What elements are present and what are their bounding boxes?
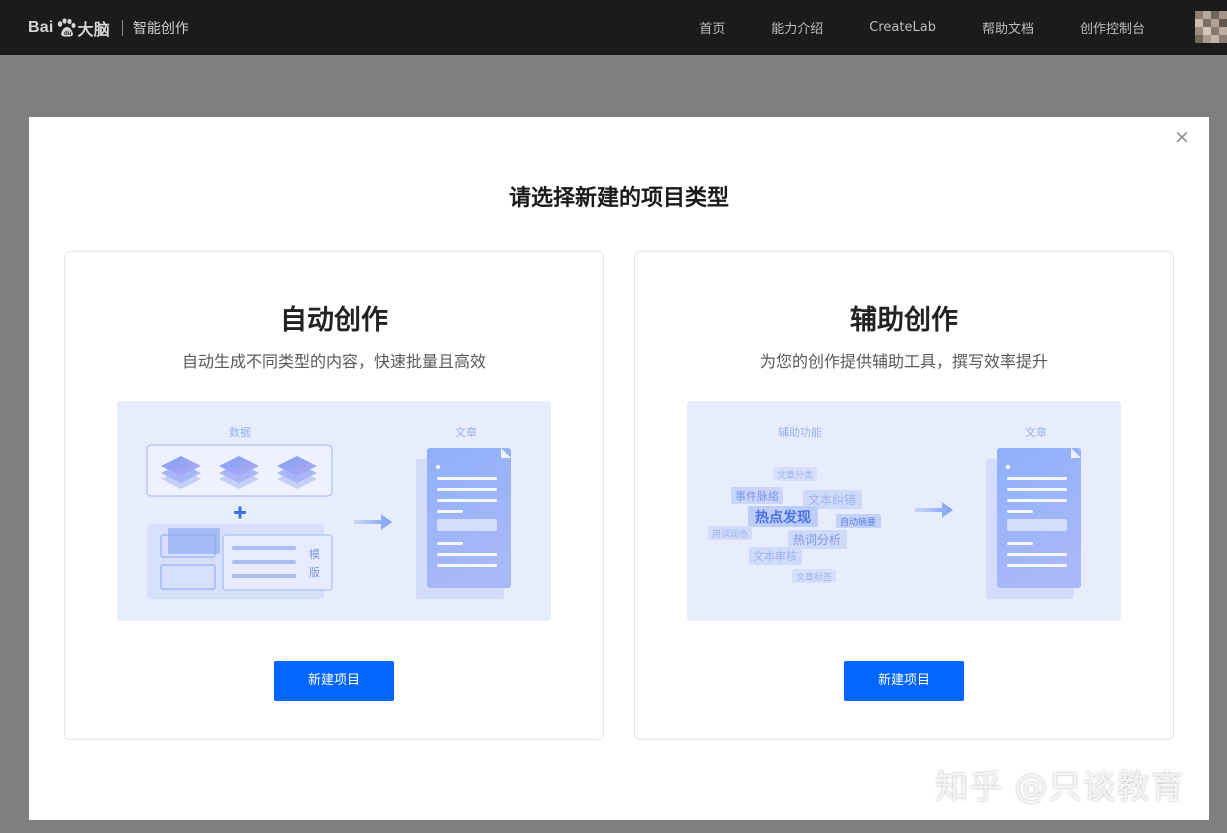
article-label: 文章 <box>1025 425 1047 439</box>
tag-article-tags: 文章标签 <box>796 571 832 583</box>
tag-text-correction: 文本纠错 <box>808 492 856 507</box>
zhihu-watermark: 知乎 @只谈教育 <box>935 767 1185 806</box>
user-avatar[interactable] <box>1195 11 1227 43</box>
tag-hotword-analysis: 热词分析 <box>793 533 841 547</box>
svg-text:du: du <box>64 31 72 37</box>
brand-brain-text: 大脑 <box>77 22 110 39</box>
tag-auto-summary: 自动摘要 <box>840 516 876 528</box>
product-name: 智能创作 <box>132 21 189 37</box>
nav-console[interactable]: 创作控制台 <box>1080 18 1145 37</box>
arrow-icon <box>915 502 953 518</box>
assist-tools-label: 辅助功能 <box>778 425 822 439</box>
auto-creation-card[interactable]: 自动创作 自动生成不同类型的内容，快速批量且高效 数据 文章 模 版 新建项目 <box>64 251 604 740</box>
tag-event-context: 事件脉络 <box>735 489 779 503</box>
card-description: 自动生成不同类型的内容，快速批量且高效 <box>181 352 486 371</box>
new-project-dialog: × 请选择新建的项目类型 自动创作 自动生成不同类型的内容，快速批量且高效 数据… <box>29 117 1209 820</box>
card-description: 为您的创作提供辅助工具，撰写效率提升 <box>759 352 1048 371</box>
assisted-creation-card[interactable]: 辅助创作 为您的创作提供辅助工具，撰写效率提升 辅助功能 文章 文章分类 事件脉… <box>634 251 1174 740</box>
brand-bai-text: Bai <box>28 19 54 36</box>
template-char: 版 <box>309 565 320 579</box>
data-label: 数据 <box>229 425 251 439</box>
tag-word-polish: 用词润色 <box>712 528 748 540</box>
card-title: 辅助创作 <box>850 305 958 336</box>
tag-article-classify: 文章分类 <box>777 469 813 481</box>
main-nav: 首页 能力介绍 CreateLab 帮助文档 创作控制台 <box>653 0 1145 55</box>
new-project-button-assisted[interactable]: 新建项目 <box>844 661 964 701</box>
baidu-paw-icon: du <box>57 18 75 37</box>
new-project-button-auto[interactable]: 新建项目 <box>274 661 394 701</box>
close-icon[interactable]: × <box>1172 125 1192 149</box>
nav-createlab[interactable]: CreateLab <box>869 20 936 35</box>
nav-home[interactable]: 首页 <box>699 18 725 37</box>
assisted-creation-illustration: 辅助功能 文章 文章分类 事件脉络 文本纠错 热点发现 自动摘要 用词润色 热词… <box>687 401 1121 621</box>
tag-text-review: 文本审核 <box>753 549 797 563</box>
auto-creation-illustration: 数据 文章 模 版 <box>117 401 551 621</box>
top-nav-bar: Bai du 大脑 智能创作 首页 能力介绍 CreateLab 帮助文档 创作… <box>0 0 1227 55</box>
tag-hotspot-discovery: 热点发现 <box>755 509 811 526</box>
nav-capabilities[interactable]: 能力介绍 <box>771 18 823 37</box>
baidu-brain-logo[interactable]: Bai du 大脑 智能创作 <box>28 14 189 42</box>
dialog-title: 请选择新建的项目类型 <box>508 186 729 211</box>
template-char: 模 <box>309 548 320 561</box>
plus-icon <box>234 506 246 519</box>
brand-divider <box>121 20 123 36</box>
nav-help-docs[interactable]: 帮助文档 <box>982 18 1034 37</box>
card-title: 自动创作 <box>280 305 388 336</box>
article-label: 文章 <box>455 425 477 439</box>
arrow-icon <box>354 514 392 530</box>
